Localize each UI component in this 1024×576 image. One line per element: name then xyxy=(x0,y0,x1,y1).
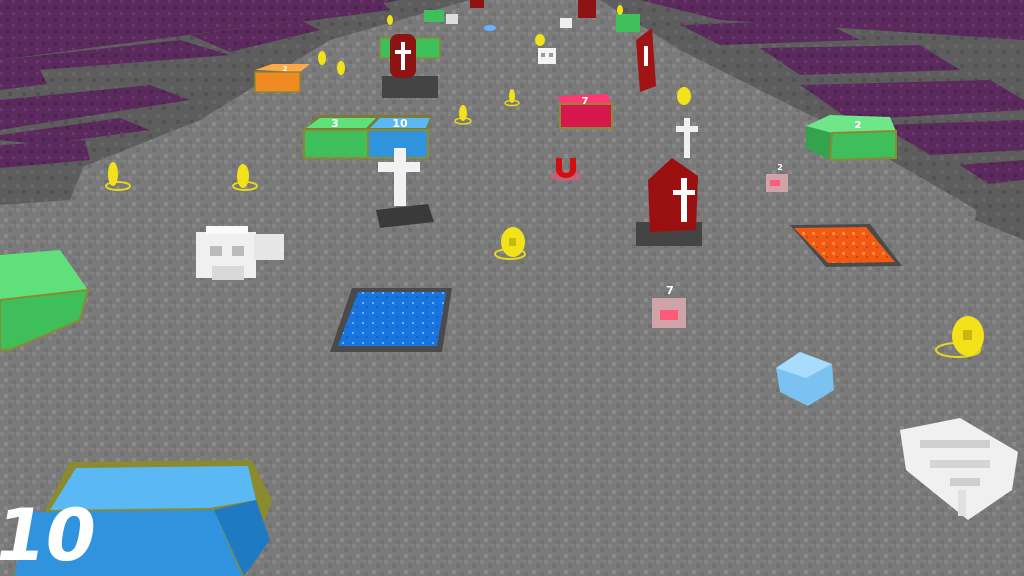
far-block xyxy=(560,18,572,28)
crate-number: 7 xyxy=(582,96,589,107)
far-tombstone xyxy=(470,0,484,8)
can-number: 2 xyxy=(777,163,783,172)
game-scene: 3 10 7 2 2 10 7 2 xyxy=(0,0,1024,576)
game-viewport: 3 10 7 2 2 10 7 2 xyxy=(0,0,1024,576)
crate-number: 2 xyxy=(283,65,288,73)
crate-green-far xyxy=(424,10,444,22)
crate-number: 10 xyxy=(392,117,408,130)
far-block xyxy=(446,14,458,24)
can-number: 7 xyxy=(666,284,674,297)
coin-icon xyxy=(677,87,691,105)
crate-green-3: 3 xyxy=(303,115,378,159)
crate-number: 10 xyxy=(0,495,103,576)
far-tombstone xyxy=(578,0,596,18)
crate-number: 3 xyxy=(331,117,339,130)
crate-green-far xyxy=(616,14,640,32)
crate-red-7: 7 xyxy=(558,94,613,129)
skull-icon xyxy=(538,48,556,64)
crate-green-right-2: 2 xyxy=(806,115,897,162)
crate-number: 2 xyxy=(855,120,862,131)
far-gem xyxy=(484,25,496,31)
